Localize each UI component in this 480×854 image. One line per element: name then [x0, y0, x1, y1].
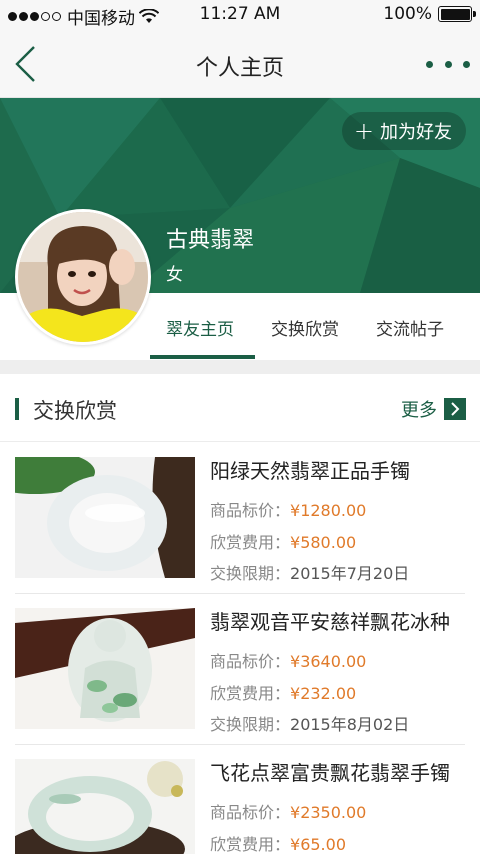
deadline-value: 2015年7月20日	[290, 564, 410, 583]
tab-home[interactable]: 翠友主页	[166, 315, 234, 340]
fee-value: ¥232.00	[290, 684, 357, 703]
bangle-green-image	[15, 759, 195, 854]
item-title: 阳绿天然翡翠正品手镯	[210, 459, 410, 483]
battery-percent: 100%	[383, 4, 432, 24]
tab-posts[interactable]: 交流帖子	[376, 315, 444, 340]
item-price-row: 商品标价：¥1280.00	[210, 497, 366, 521]
section-title: 交换欣赏	[33, 399, 117, 423]
section-header: 交换欣赏 更多	[0, 374, 480, 442]
tab-exchange[interactable]: 交换欣赏	[271, 315, 339, 340]
deadline-label: 交换限期：	[210, 564, 291, 583]
fee-value: ¥580.00	[290, 533, 357, 552]
item-fee-row: 欣赏费用：¥580.00	[210, 529, 356, 553]
item-fee-row: 欣赏费用：¥65.00	[210, 831, 346, 854]
price-value: ¥3640.00	[290, 652, 367, 671]
page-title: 个人主页	[195, 56, 284, 81]
item-title: 翡翠观音平安慈祥飘花冰种	[210, 610, 450, 634]
add-friend-label: 加为好友	[380, 122, 452, 143]
profile-gender: 女	[166, 265, 183, 285]
avatar-image	[18, 212, 148, 342]
status-bar: 中国移动 11:27 AM 100%	[0, 0, 480, 30]
chevron-right-icon	[444, 398, 466, 420]
price-label: 商品标价：	[210, 501, 291, 520]
price-value: ¥2350.00	[290, 803, 367, 822]
fee-label: 欣赏费用：	[210, 533, 291, 552]
price-value: ¥1280.00	[290, 501, 367, 520]
fee-value: ¥65.00	[290, 835, 346, 854]
bangle-white-image	[15, 457, 195, 578]
section-gap	[0, 360, 480, 374]
item-deadline-row: 交换限期：2015年8月02日	[210, 711, 409, 735]
list-item[interactable]: 飞花点翠富贵飘花翡翠手镯 商品标价：¥2350.00 欣赏费用：¥65.00	[0, 745, 480, 854]
list-item[interactable]: 阳绿天然翡翠正品手镯 商品标价：¥1280.00 欣赏费用：¥580.00 交换…	[0, 443, 480, 594]
add-friend-button[interactable]: + 加为好友	[341, 112, 466, 150]
deadline-value: 2015年8月02日	[290, 715, 410, 734]
deadline-label: 交换限期：	[210, 715, 291, 734]
guanyin-pendant-image	[15, 608, 195, 729]
more-options-button[interactable]	[426, 52, 470, 76]
active-tab-indicator	[150, 355, 255, 359]
plus-icon: +	[353, 117, 374, 145]
list-item[interactable]: 翡翠观音平安慈祥飘花冰种 商品标价：¥3640.00 欣赏费用：¥232.00 …	[0, 594, 480, 745]
more-label: 更多	[401, 400, 437, 421]
item-price-row: 商品标价：¥2350.00	[210, 799, 366, 823]
item-price-row: 商品标价：¥3640.00	[210, 648, 366, 672]
price-label: 商品标价：	[210, 652, 291, 671]
more-dots-icon	[426, 60, 433, 68]
fee-label: 欣赏费用：	[210, 835, 291, 854]
item-deadline-row: 交换限期：2015年7月20日	[210, 560, 409, 584]
fee-label: 欣赏费用：	[210, 684, 291, 703]
battery-icon	[438, 6, 476, 22]
price-label: 商品标价：	[210, 803, 291, 822]
navigation-bar: 个人主页	[0, 30, 480, 98]
profile-name: 古典翡翠	[166, 228, 255, 253]
item-fee-row: 欣赏费用：¥232.00	[210, 680, 356, 704]
item-title: 飞花点翠富贵飘花翡翠手镯	[210, 761, 450, 785]
more-button[interactable]: 更多	[401, 396, 466, 422]
section-accent-bar	[15, 398, 19, 420]
avatar[interactable]	[15, 209, 151, 345]
